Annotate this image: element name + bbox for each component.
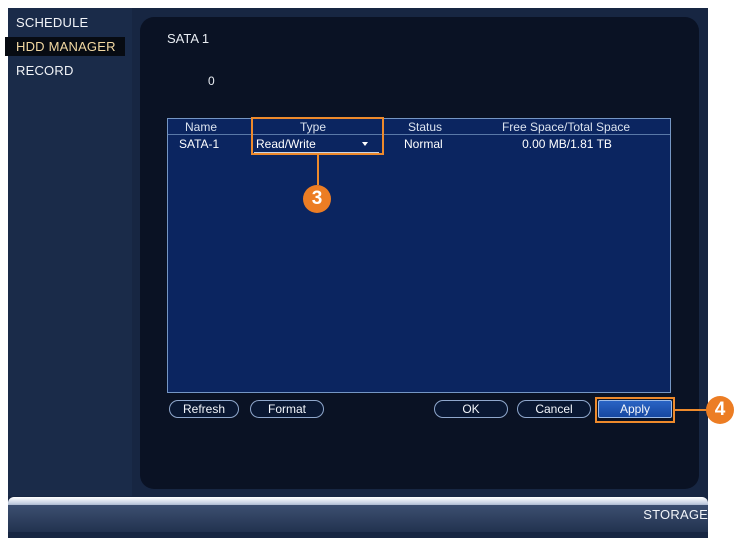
- callout-3-connector: [317, 155, 319, 185]
- format-button[interactable]: Format: [250, 400, 324, 418]
- refresh-button[interactable]: Refresh: [169, 400, 239, 418]
- callout-step-4-badge: 4: [706, 396, 734, 424]
- column-header-status: Status: [407, 120, 443, 134]
- bottom-bar: [8, 505, 708, 532]
- disk-index-label: 0: [208, 74, 215, 88]
- table-cell-status: Normal: [404, 137, 443, 151]
- column-header-free-space: Free Space/Total Space: [501, 120, 631, 134]
- storage-section-label: STORAGE: [643, 507, 708, 522]
- sidebar: [8, 8, 132, 496]
- type-column-highlight: [251, 117, 384, 155]
- table-cell-free-space: 0.00 MB/1.81 TB: [522, 137, 612, 151]
- disk-group-title: SATA 1: [167, 31, 210, 46]
- hdd-table: [167, 118, 671, 393]
- table-header-divider: [168, 134, 670, 135]
- callout-4-connector: [675, 409, 707, 411]
- callout-step-3-badge: 3: [303, 185, 331, 213]
- sidebar-item-schedule[interactable]: SCHEDULE: [5, 13, 125, 32]
- cancel-button[interactable]: Cancel: [517, 400, 591, 418]
- table-cell-name: SATA-1: [179, 137, 220, 151]
- column-header-name: Name: [184, 120, 218, 134]
- ok-button[interactable]: OK: [434, 400, 508, 418]
- sidebar-item-record[interactable]: RECORD: [5, 61, 125, 80]
- apply-button-highlight: [595, 397, 675, 423]
- sidebar-item-hdd-manager[interactable]: HDD MANAGER: [5, 37, 125, 56]
